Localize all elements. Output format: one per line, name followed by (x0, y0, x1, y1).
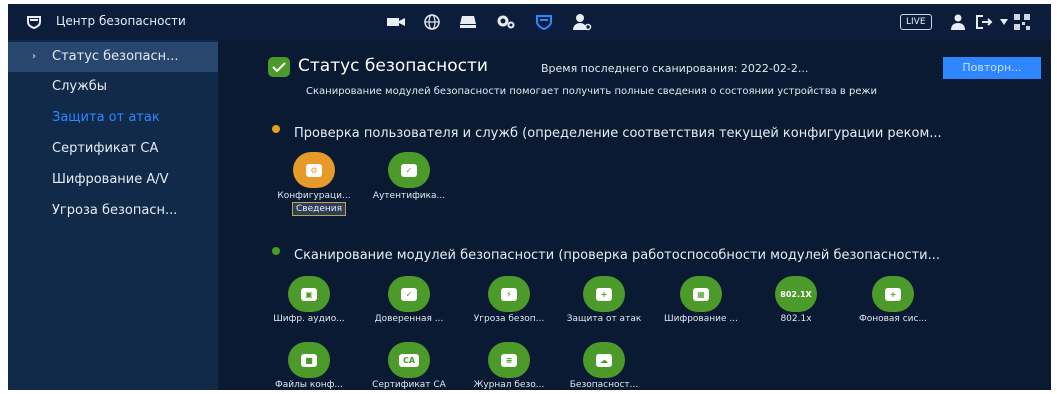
tile-label: 802.1x (780, 314, 812, 324)
chevron-right-icon: › (32, 51, 36, 62)
security-shield-icon[interactable] (534, 12, 554, 32)
authentication-tile[interactable]: ✓ (388, 152, 430, 188)
ok-dot-icon (272, 247, 280, 255)
check-icon: ✓ (401, 163, 417, 177)
app-title: Центр безопасности (56, 14, 186, 28)
section-module-scan-title: Сканирование модулей безопасности (прове… (294, 248, 941, 263)
last-scan-time: Время последнего сканирования: 2022-02-2… (541, 62, 809, 75)
attack-protection-tile[interactable]: + (583, 276, 625, 312)
sidebar: › Статус безопасн... Службы Защита от ат… (8, 40, 218, 390)
threat-tile[interactable]: ⚡ (488, 276, 530, 312)
trusted-tile[interactable]: ✓ (388, 276, 430, 312)
cloud-icon: ☁ (596, 353, 612, 367)
live-button[interactable]: LIVE (900, 14, 932, 30)
network-globe-icon[interactable] (422, 12, 442, 32)
scan-description: Сканирование модулей безопасности помога… (306, 86, 878, 97)
ca-certificate-tile[interactable]: CA (388, 342, 430, 378)
status-ok-icon (268, 57, 290, 77)
user-icon[interactable] (948, 12, 968, 32)
app-window: Центр безопасности LIVE › Статус безопас… (8, 4, 1051, 390)
tile-label: Конфигураци... (277, 191, 351, 201)
top-bar: Центр безопасности LIVE (8, 4, 1051, 40)
settings-icon[interactable] (496, 12, 516, 32)
tile-label: Аутентифика... (372, 191, 446, 201)
sidebar-item-label: Шифрование A/V (52, 172, 169, 187)
rescan-button[interactable]: Повторн... (943, 57, 1041, 79)
sidebar-item-security-status[interactable]: › Статус безопасн... (8, 42, 218, 72)
config-icon: ⚙ (306, 163, 322, 177)
log-icon: ≡ (501, 353, 517, 367)
av-encryption-tile[interactable]: ▣ (288, 276, 330, 312)
tile-label: Защита от атак (566, 314, 642, 324)
storage-icon[interactable] (458, 12, 478, 32)
8021x-tile[interactable]: 802.1X (775, 276, 817, 312)
section-user-services-title: Проверка пользователя и служб (определен… (294, 126, 942, 141)
sidebar-item-attack-protection[interactable]: Защита от атак (8, 103, 218, 133)
bolt-shield-icon: ⚡ (501, 287, 517, 301)
plus-shield-icon: + (596, 287, 612, 301)
tile-label: Шифр. аудио... (273, 314, 345, 324)
sidebar-item-ca-certificate[interactable]: Сертификат СА (8, 134, 218, 164)
sidebar-item-security-threat[interactable]: Угроза безопасн... (8, 196, 218, 226)
sidebar-item-label: Угроза безопасн... (52, 203, 178, 218)
chip-icon: ▦ (693, 287, 709, 301)
logout-icon[interactable] (974, 12, 994, 32)
tile-label: Доверенная ... (374, 314, 444, 324)
shield-icon (24, 12, 44, 32)
8021x-icon: 802.1X (780, 289, 812, 299)
account-icon[interactable] (572, 12, 592, 32)
monitor-check-icon: ✓ (401, 287, 417, 301)
security-tile[interactable]: ☁ (583, 342, 625, 378)
background-system-tile[interactable]: + (872, 276, 914, 312)
warning-dot-icon (272, 125, 280, 133)
camera-icon[interactable] (386, 12, 406, 32)
tile-label: Безопасност... (569, 380, 639, 390)
tile-label: Угроза безоп... (473, 314, 545, 324)
tile-label: Журнал безо... (473, 380, 545, 390)
sidebar-item-services[interactable]: Службы (8, 72, 218, 102)
config-files-tile[interactable]: ■ (288, 342, 330, 378)
main-panel: Статус безопасности Время последнего ска… (218, 40, 1051, 390)
security-log-tile[interactable]: ≡ (488, 342, 530, 378)
tile-label: Сертификат СА (372, 380, 446, 390)
lock-icon: ▣ (301, 287, 317, 301)
encryption-tile[interactable]: ▦ (680, 276, 722, 312)
tile-label: Фоновая сис... (858, 314, 928, 324)
dropdown-icon[interactable] (998, 12, 1010, 32)
qr-code-icon[interactable] (1012, 12, 1032, 32)
sidebar-item-av-encryption[interactable]: Шифрование A/V (8, 165, 218, 195)
sidebar-item-label: Службы (52, 79, 108, 94)
plus-shield-icon: + (885, 287, 901, 301)
page-title: Статус безопасности (298, 56, 488, 76)
ca-icon: CA (399, 353, 419, 367)
tile-label: Файлы конф... (275, 380, 343, 390)
tile-label: Шифрование ... (664, 314, 738, 324)
sidebar-item-label: Защита от атак (52, 110, 160, 125)
file-icon: ■ (301, 353, 317, 367)
sidebar-item-label: Статус безопасн... (52, 49, 179, 64)
config-tile[interactable]: ⚙ (293, 152, 335, 188)
details-link[interactable]: Сведения (292, 202, 347, 216)
sidebar-item-label: Сертификат СА (52, 141, 159, 156)
